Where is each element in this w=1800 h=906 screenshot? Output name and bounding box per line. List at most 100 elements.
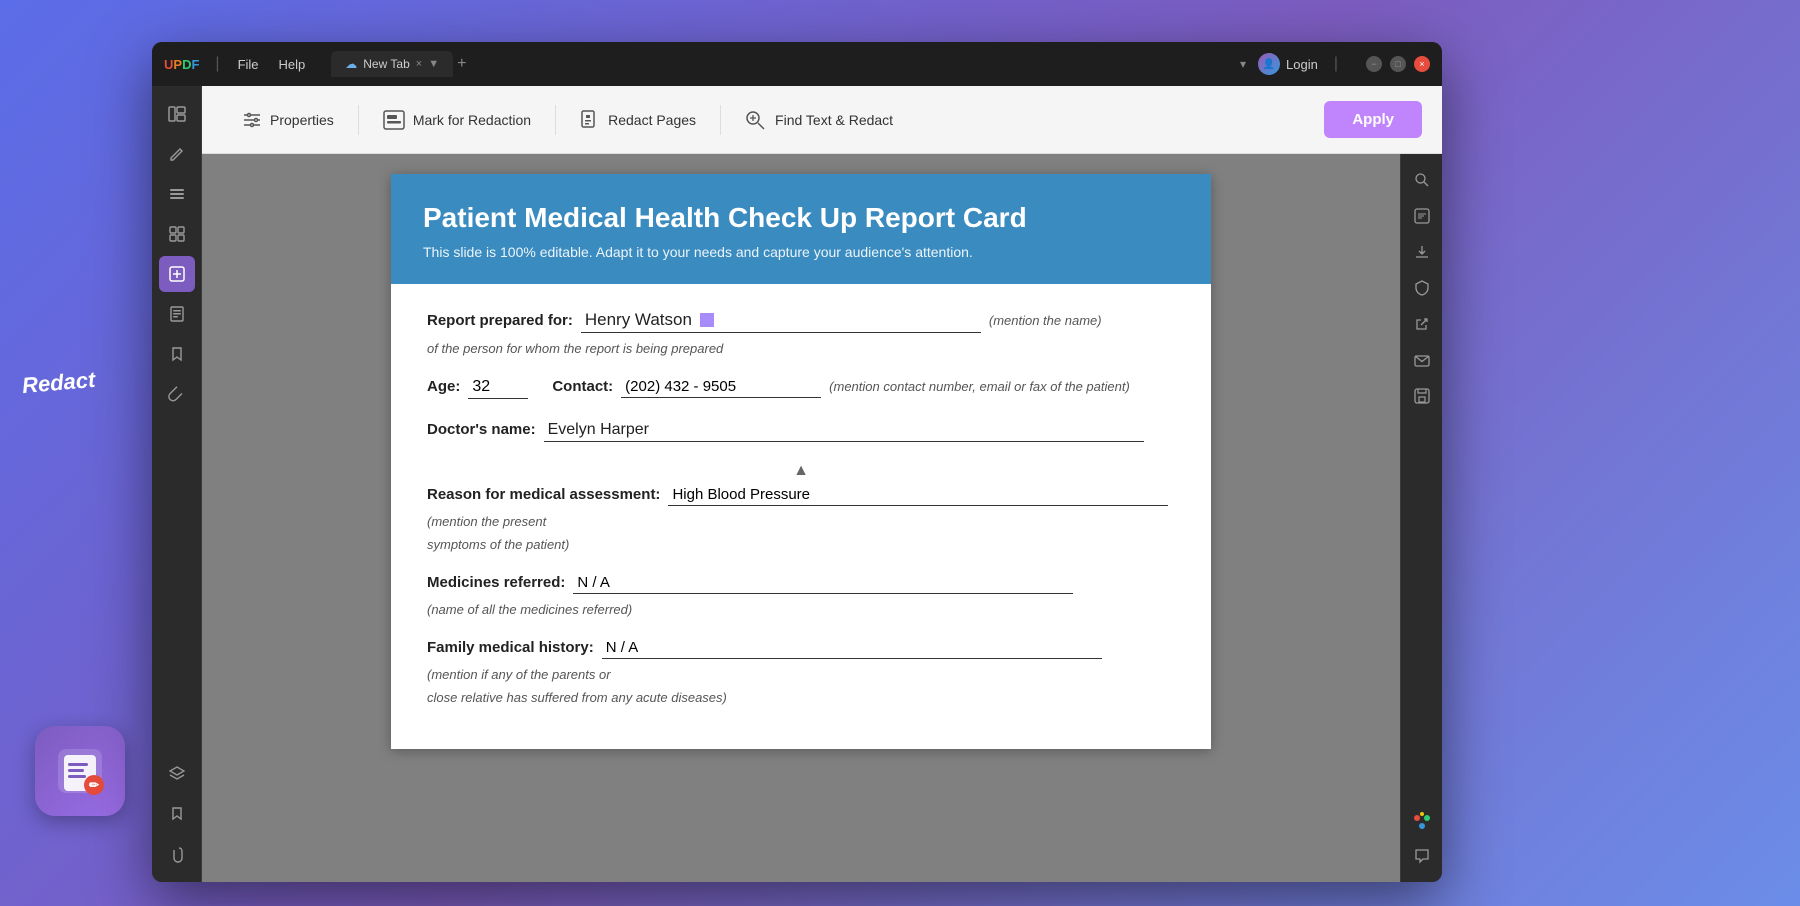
main-area: Properties Mark for Redaction [152,86,1442,882]
divider-arrow: ▲ [427,462,1175,480]
patient-name-text: Henry Watson [585,310,692,330]
right-color-icon[interactable] [1406,804,1438,836]
doctor-label: Doctor's name: [427,421,536,438]
close-button[interactable]: × [1414,56,1430,72]
form-row-family: Family medical history: N / A (mention i… [427,637,1175,705]
age-value: 32 [468,376,528,399]
app-icon: ✏ [35,726,125,816]
contact-label: Contact: [552,378,613,395]
mark-redaction-item[interactable]: Mark for Redaction [363,102,551,138]
find-text-redact-icon [745,110,767,130]
doctor-value: Evelyn Harper [544,419,1144,442]
pdf-body: Report prepared for: Henry Watson (menti… [391,284,1211,749]
pdf-header: Patient Medical Health Check Up Report C… [391,174,1211,284]
content-area: Patient Medical Health Check Up Report C… [202,154,1442,882]
name-subhint: of the person for whom the report is bei… [427,341,1175,356]
content-wrapper: Properties Mark for Redaction [202,86,1442,882]
title-bar-sep2: | [1334,55,1338,73]
sidebar-clip-icon[interactable] [159,836,195,872]
login-button[interactable]: 👤 Login [1258,53,1318,75]
patient-name-value: Henry Watson [581,308,981,333]
properties-label: Properties [270,112,334,128]
svg-text:✏: ✏ [89,778,100,792]
find-text-redact-label: Find Text & Redact [775,112,893,128]
left-sidebar [152,86,202,882]
title-bar-right: ▾ 👤 Login | − □ × [1240,53,1430,75]
mark-redaction-icon [383,110,405,130]
contact-field: Contact: (202) 432 - 9505 (mention conta… [552,376,1129,398]
reason-hint: (mention the present [427,514,546,529]
right-mail-icon[interactable] [1406,344,1438,376]
app-icon-container: ✏ [35,726,125,816]
sidebar-bookmark-icon[interactable] [159,336,195,372]
age-field: Age: 32 [427,376,528,399]
right-ocr-icon[interactable] [1406,200,1438,232]
redact-pages-label: Redact Pages [608,112,696,128]
dropdown-arrow[interactable]: ▾ [1240,57,1246,71]
age-label: Age: [427,378,460,395]
tab-pin[interactable]: ▼ [428,58,439,70]
toolbar-sep2 [555,105,556,135]
updf-logo: UPDF [164,57,199,72]
pdf-area: Patient Medical Health Check Up Report C… [202,154,1400,882]
right-comment-icon[interactable] [1406,840,1438,872]
sidebar-attach-icon[interactable] [159,376,195,412]
mark-redaction-label: Mark for Redaction [413,112,531,128]
minimize-button[interactable]: − [1366,56,1382,72]
toolbar: Properties Mark for Redaction [202,86,1442,154]
reason-label: Reason for medical assessment: [427,486,660,503]
pdf-title: Patient Medical Health Check Up Report C… [423,202,1179,234]
right-security-icon[interactable] [1406,272,1438,304]
new-tab[interactable]: ☁ New Tab × ▼ [331,51,453,77]
login-label: Login [1286,57,1318,72]
title-bar: UPDF | File Help ☁ New Tab × ▼ + ▾ 👤 Log… [152,42,1442,86]
form-row-reason: Reason for medical assessment: High Bloo… [427,484,1175,552]
redact-label: Redact [21,367,96,399]
prepared-for-label: Report prepared for: [427,312,573,329]
tab-add-btn[interactable]: + [457,55,466,73]
toolbar-sep3 [720,105,721,135]
form-row-doctor: Doctor's name: Evelyn Harper [427,419,1175,442]
redact-pages-item[interactable]: Redact Pages [560,102,716,138]
medicines-hint: (name of all the medicines referred) [427,602,632,617]
app-icon-svg: ✏ [54,745,106,797]
right-download-icon[interactable] [1406,236,1438,268]
family-subhint: close relative has suffered from any acu… [427,690,1175,705]
family-value: N / A [602,637,1102,659]
find-text-redact-item[interactable]: Find Text & Redact [725,102,913,138]
sidebar-bookmark2-icon[interactable] [159,796,195,832]
menu-file[interactable]: File [232,55,265,74]
maximize-button[interactable]: □ [1390,56,1406,72]
sidebar-grid-icon[interactable] [159,216,195,252]
tab-title: New Tab [363,57,409,71]
apply-button[interactable]: Apply [1324,101,1422,138]
medicines-value: N / A [573,572,1073,594]
right-sidebar [1400,154,1442,882]
toolbar-sep1 [358,105,359,135]
form-row-medicines: Medicines referred: N / A (name of all t… [427,572,1175,617]
form-row-age-contact: Age: 32 Contact: (202) 432 - 9505 (menti… [427,376,1175,399]
sidebar-list-icon[interactable] [159,176,195,212]
contact-hint: (mention contact number, email or fax of… [829,379,1130,394]
sidebar-layers-icon[interactable] [159,756,195,792]
pdf-page: Patient Medical Health Check Up Report C… [391,174,1211,749]
menu-help[interactable]: Help [273,55,312,74]
right-search-icon[interactable] [1406,164,1438,196]
contact-value: (202) 432 - 9505 [621,376,821,398]
right-save-icon[interactable] [1406,380,1438,412]
sidebar-redact-icon[interactable] [159,256,195,292]
right-share-icon[interactable] [1406,308,1438,340]
sidebar-pages-icon[interactable] [159,296,195,332]
sidebar-edit-icon[interactable] [159,136,195,172]
tab-close-btn[interactable]: × [416,58,422,70]
properties-icon [242,110,262,130]
name-hint: (mention the name) [989,313,1102,328]
tab-bar: ☁ New Tab × ▼ + [331,51,1232,77]
properties-item[interactable]: Properties [222,102,354,138]
login-avatar: 👤 [1258,53,1280,75]
cloud-icon: ☁ [345,57,357,71]
reason-value: High Blood Pressure [668,484,1168,506]
sidebar-panels-icon[interactable] [159,96,195,132]
medicines-label: Medicines referred: [427,574,565,591]
redact-marker [700,313,714,327]
